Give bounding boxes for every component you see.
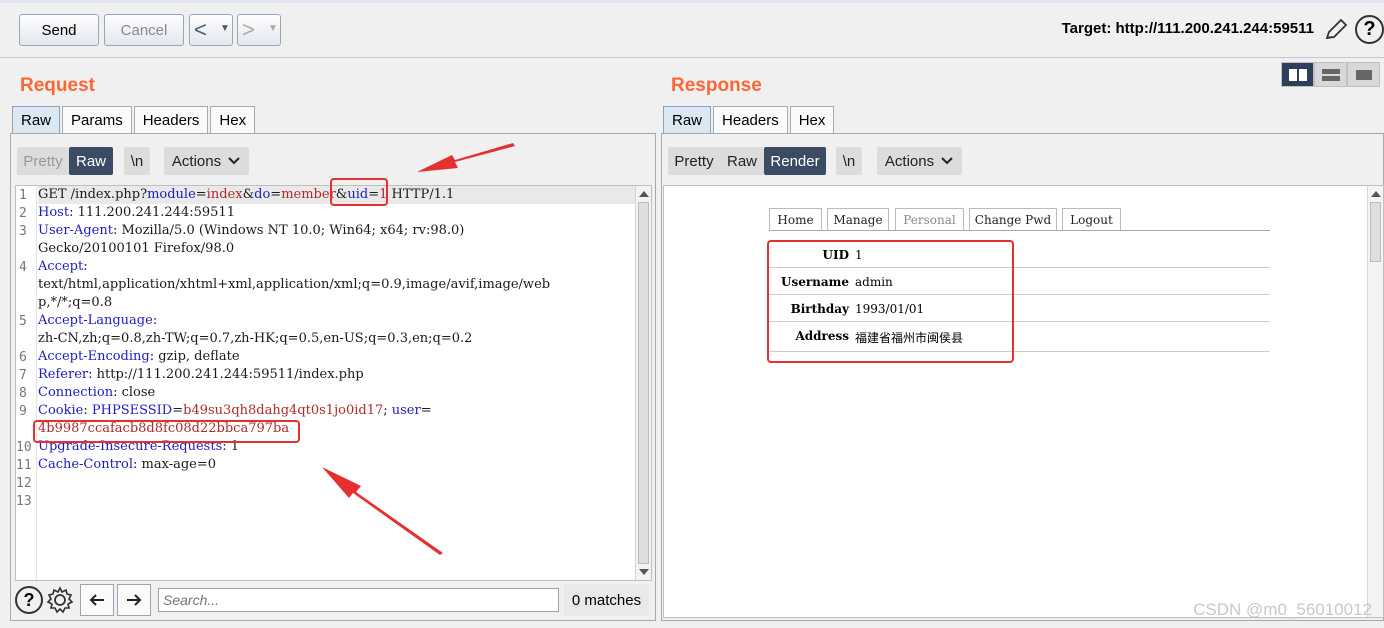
layout-icon bbox=[1288, 68, 1307, 81]
search-input[interactable] bbox=[158, 588, 559, 612]
settings-gear-icon[interactable] bbox=[46, 586, 74, 614]
rendered-nav-personal[interactable]: Personal bbox=[895, 208, 964, 230]
arrow-left-icon bbox=[89, 594, 104, 606]
response-render-button[interactable]: Render bbox=[764, 147, 826, 175]
scroll-up-icon[interactable] bbox=[1371, 191, 1381, 197]
rendered-nav-divider bbox=[769, 230, 1270, 231]
watermark: CSDN @m0_56010012 bbox=[1193, 600, 1372, 619]
response-tab-hex[interactable]: Hex bbox=[789, 106, 835, 133]
rendered-nav-logout[interactable]: Logout bbox=[1062, 208, 1121, 230]
annotation-arrow-top bbox=[417, 143, 515, 172]
response-newline-button[interactable]: \n bbox=[836, 147, 862, 175]
layout-tabs-icon[interactable] bbox=[1347, 62, 1380, 87]
scroll-thumb[interactable] bbox=[1370, 202, 1381, 262]
help-icon[interactable]: ? bbox=[15, 586, 43, 614]
response-title: Response bbox=[671, 75, 762, 96]
annotation-arrow-bottom bbox=[322, 467, 443, 555]
response-vertical-scrollbar[interactable] bbox=[1367, 186, 1383, 617]
arrow-right-icon bbox=[127, 594, 142, 606]
response-pretty-button[interactable]: Pretty bbox=[668, 147, 720, 175]
next-match-button[interactable] bbox=[117, 584, 151, 616]
layout-icon bbox=[1321, 68, 1340, 81]
response-tabs: Raw Headers Hex bbox=[663, 106, 836, 133]
layout-icon bbox=[1355, 69, 1372, 80]
response-raw-button[interactable]: Raw bbox=[720, 147, 764, 175]
response-actions-button[interactable]: Actions bbox=[877, 147, 962, 175]
response-actions-label: Actions bbox=[884, 152, 935, 170]
rendered-nav-change-pwd[interactable]: Change Pwd bbox=[969, 208, 1057, 230]
matches-count: 0 matches bbox=[564, 584, 649, 616]
layout-side-by-side-icon[interactable] bbox=[1281, 62, 1314, 87]
response-tab-headers[interactable]: Headers bbox=[713, 106, 788, 133]
annotation-profile-box bbox=[767, 240, 1014, 363]
chevron-down-icon bbox=[941, 157, 953, 165]
response-tab-raw[interactable]: Raw bbox=[663, 106, 712, 133]
layout-stacked-icon[interactable] bbox=[1314, 62, 1347, 87]
layout-toggle-group bbox=[1281, 62, 1380, 87]
rendered-nav-manage[interactable]: Manage bbox=[827, 208, 889, 230]
rendered-nav-home[interactable]: Home bbox=[769, 208, 822, 230]
previous-match-button[interactable] bbox=[80, 584, 114, 616]
